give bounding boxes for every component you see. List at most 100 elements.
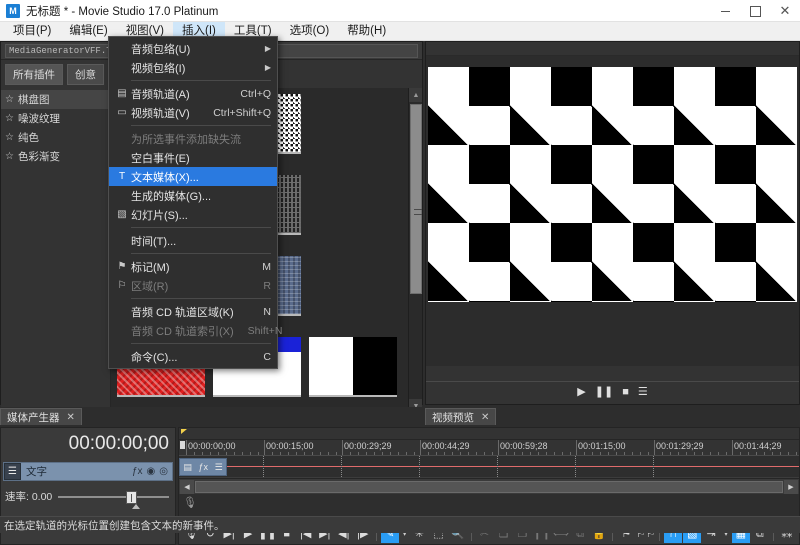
rate-slider-knob[interactable]	[126, 491, 137, 504]
timeline-horizontal-scrollbar[interactable]: ◀ ▶	[179, 478, 799, 494]
menu-item-audio-track[interactable]: ▤ 音频轨道(A) Ctrl+Q	[109, 84, 277, 103]
menu-project[interactable]: 项目(P)	[4, 22, 60, 41]
fx-icon[interactable]: ƒx	[132, 466, 143, 477]
timecode-and-track-header-panel: 00:00:00;00 ☰ 文字 ƒx ◉ ◎ 速率: 0.00	[0, 427, 176, 521]
ruler-label: 00:00:44;29	[420, 441, 470, 451]
ruler-label: 00:00:59;28	[498, 441, 548, 451]
submenu-arrow-icon: ▶	[265, 44, 271, 53]
menu-help[interactable]: 帮助(H)	[338, 22, 395, 41]
menu-item-label: 空白事件(E)	[131, 150, 271, 166]
list-item[interactable]: ☆ 棋盘图	[1, 90, 110, 109]
menu-item-label: 视频包络(I)	[131, 60, 265, 76]
menu-item-shortcut: Ctrl+Shift+Q	[199, 107, 271, 119]
scroll-left-arrow-icon[interactable]: ◀	[180, 480, 194, 494]
menu-item-label: 时间(T)...	[131, 233, 271, 249]
preview-menu-button[interactable]: ☰	[638, 387, 648, 398]
panel-tab-video-preview[interactable]: 视频预览 ✕	[425, 408, 496, 425]
rate-slider-marker-icon	[132, 504, 140, 509]
menu-separator	[131, 298, 271, 299]
scroll-right-arrow-icon[interactable]: ▶	[784, 480, 798, 494]
menu-item-slideshow[interactable]: ▧ 幻灯片(S)...	[109, 205, 277, 224]
menu-item-marker[interactable]: ⚑ 标记(M) M	[109, 257, 277, 276]
stop-button[interactable]: ■	[622, 387, 629, 398]
rate-label: 速率: 0.00	[5, 489, 52, 504]
title-bar: M 无标题 * - Movie Studio 17.0 Platinum ✕	[0, 0, 800, 22]
play-button[interactable]: ▶	[577, 387, 585, 398]
generator-label: 色彩渐变	[18, 149, 60, 164]
timecode-display[interactable]: 00:00:00;00	[1, 428, 175, 460]
timeline-cursor-head[interactable]	[179, 440, 186, 450]
close-button[interactable]: ✕	[770, 0, 800, 22]
menu-item-label: 文本媒体(X)...	[131, 169, 271, 185]
menu-item-generated-media[interactable]: 生成的媒体(G)...	[109, 186, 277, 205]
panel-tab-media-generators[interactable]: 媒体产生器 ✕	[0, 408, 82, 425]
generator-label: 棋盘图	[18, 92, 50, 107]
video-preview-canvas[interactable]	[428, 67, 797, 302]
event-fx-icon[interactable]: ƒx	[198, 462, 208, 472]
movie-studio-window: M 无标题 * - Movie Studio 17.0 Platinum ✕ 项…	[0, 0, 800, 533]
list-item[interactable]: ☆ 色彩渐变	[1, 147, 110, 166]
menu-item-label: 命令(C)...	[131, 349, 249, 365]
track-menu-icon[interactable]: ☰	[4, 463, 21, 480]
menu-item-time[interactable]: 时间(T)...	[109, 231, 277, 250]
event-props-icon[interactable]: ▤	[183, 462, 192, 473]
menu-item-audio-cd-track-index: 音频 CD 轨道索引(X) Shift+N	[109, 321, 277, 340]
close-icon[interactable]: ✕	[67, 412, 75, 423]
event-lines-icon[interactable]: ☰	[215, 462, 223, 473]
timeline-track-row-text[interactable]: ▤ ƒx ☰	[179, 456, 799, 478]
menu-item-label: 为所选事件添加缺失流	[131, 131, 271, 147]
menu-item-video-track[interactable]: ▭ 视频轨道(V) Ctrl+Shift+Q	[109, 103, 277, 122]
minimize-button[interactable]	[710, 0, 740, 22]
preset-thumbnail[interactable]	[309, 337, 397, 397]
menu-item-text-media[interactable]: T 文本媒体(X)...	[109, 167, 277, 186]
tab-all-plugins[interactable]: 所有插件	[5, 64, 63, 85]
list-item[interactable]: ☆ 纯色	[1, 128, 110, 147]
list-item[interactable]: ☆ 噪波纹理	[1, 109, 110, 128]
generator-label: 纯色	[18, 130, 39, 145]
track-rate-row: 速率: 0.00	[1, 481, 175, 504]
menu-separator	[131, 253, 271, 254]
close-icon[interactable]: ✕	[481, 412, 489, 423]
panel-tab-label: 媒体产生器	[7, 410, 60, 425]
track-header-text[interactable]: ☰ 文字 ƒx ◉ ◎	[3, 462, 173, 481]
rate-slider[interactable]	[58, 490, 169, 504]
window-title: 无标题 * - Movie Studio 17.0 Platinum	[26, 3, 218, 19]
region-icon: ⚐	[113, 280, 131, 291]
preset-grid-scrollbar[interactable]: ▲ ▼	[408, 88, 422, 413]
video-preview-canvas-wrap	[426, 56, 799, 366]
microphone-icon[interactable]: 🎙	[183, 496, 197, 509]
submenu-arrow-icon: ▶	[265, 63, 271, 72]
menu-item-shortcut: N	[249, 306, 271, 318]
timeline-ruler[interactable]: 00:00:00;00 00:00:15;00 00:00:29;29 00:0…	[179, 440, 799, 456]
ruler-label: 00:01:44;29	[732, 441, 782, 451]
generator-list: ☆ 棋盘图 ☆ 噪波纹理 ☆ 纯色 ☆ 色彩渐变	[1, 88, 111, 413]
menu-item-audio-envelope[interactable]: 音频包络(U) ▶	[109, 39, 277, 58]
timeline-event[interactable]: ▤ ƒx ☰	[179, 458, 227, 476]
menu-item-audio-cd-track-region[interactable]: 音频 CD 轨道区域(K) N	[109, 302, 277, 321]
timeline-tracks[interactable]: ▤ ƒx ☰ ◀ ▶ 🎙	[179, 456, 799, 520]
video-track-icon: ▭	[113, 107, 131, 118]
video-preview-transport: ▶ ❚❚ ■ ☰	[426, 381, 799, 403]
tab-creative[interactable]: 创意	[67, 64, 104, 85]
ruler-label: 00:00:00;00	[186, 441, 236, 451]
menu-item-command[interactable]: 命令(C)... C	[109, 347, 277, 366]
track-name-label[interactable]: 文字	[21, 464, 132, 479]
timeline-scroll-track[interactable]	[195, 481, 783, 493]
menu-item-video-envelope[interactable]: 视频包络(I) ▶	[109, 58, 277, 77]
preset-cell-5[interactable]	[309, 337, 397, 397]
pause-button[interactable]: ❚❚	[595, 387, 613, 398]
video-preview-panel: ▶ ❚❚ ■ ☰	[425, 41, 800, 405]
timeline-marker-bar[interactable]	[179, 428, 799, 440]
menu-separator	[131, 227, 271, 228]
rate-slider-track	[58, 496, 169, 498]
star-icon: ☆	[5, 151, 14, 162]
motion-icon[interactable]: ◉	[147, 466, 156, 477]
compositing-icon[interactable]: ◎	[159, 466, 168, 477]
menu-item-empty-event[interactable]: 空白事件(E)	[109, 148, 277, 167]
menu-options[interactable]: 选项(O)	[281, 22, 339, 41]
window-controls: ✕	[710, 0, 800, 22]
maximize-button[interactable]	[740, 0, 770, 22]
scrollbar-thumb[interactable]	[410, 104, 422, 294]
timeline-panel[interactable]: 00:00:00;00 00:00:15;00 00:00:29;29 00:0…	[178, 427, 800, 521]
scroll-up-arrow-icon[interactable]: ▲	[409, 88, 422, 102]
